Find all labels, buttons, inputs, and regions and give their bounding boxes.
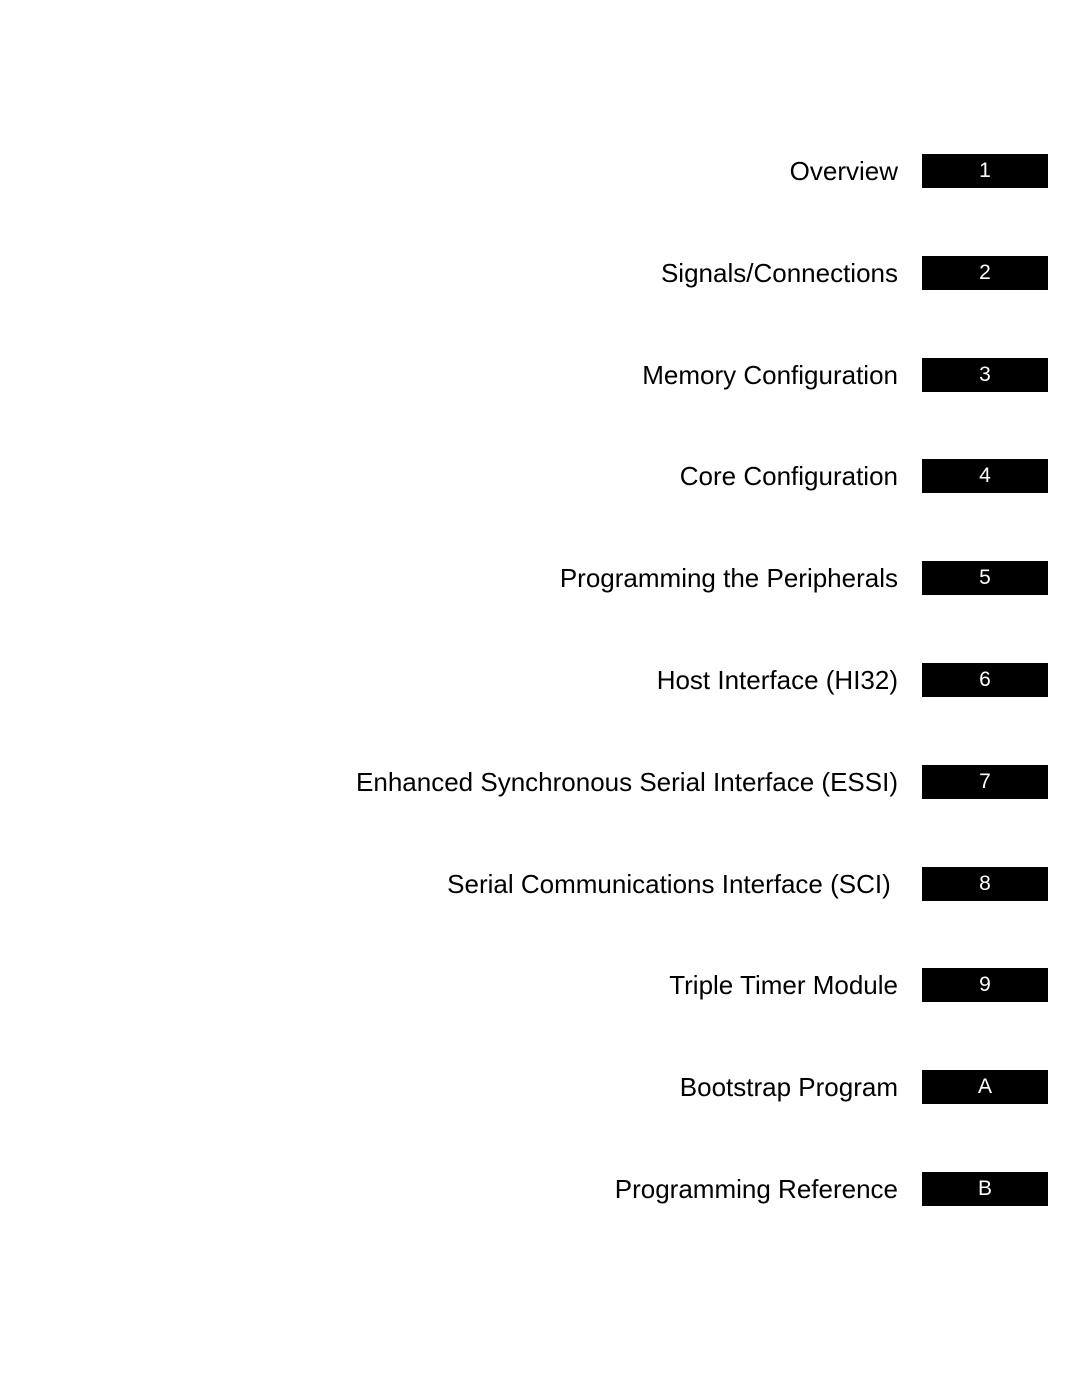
chapter-label[interactable]: Overview bbox=[790, 154, 898, 188]
chapter-label[interactable]: Core Configuration bbox=[680, 459, 898, 493]
chapter-tab-bootstrap-program[interactable]: Bootstrap Program A bbox=[0, 1070, 1080, 1172]
chapter-tab-host-interface[interactable]: Host Interface (HI32) 6 bbox=[0, 662, 1080, 765]
chapter-marker[interactable]: B bbox=[922, 1171, 1048, 1206]
chapter-label[interactable]: Bootstrap Program bbox=[680, 1070, 898, 1104]
chapter-label[interactable]: Enhanced Synchronous Serial Interface (E… bbox=[356, 765, 898, 799]
chapter-tab-programming-peripherals[interactable]: Programming the Peripherals 5 bbox=[0, 561, 1080, 663]
chapter-marker[interactable]: 9 bbox=[922, 968, 1048, 1003]
chapter-tab-triple-timer[interactable]: Triple Timer Module 9 bbox=[0, 968, 1080, 1070]
chapter-marker[interactable]: 3 bbox=[922, 357, 1048, 392]
chapter-marker[interactable]: 7 bbox=[922, 764, 1048, 799]
chapter-label[interactable]: Memory Configuration bbox=[642, 358, 898, 392]
chapter-tab-signals-connections[interactable]: Signals/Connections 2 bbox=[0, 255, 1080, 358]
chapter-tab-sci[interactable]: Serial Communications Interface (SCI) 8 bbox=[0, 866, 1080, 969]
chapter-marker[interactable]: 4 bbox=[922, 459, 1048, 494]
chapter-label[interactable]: Programming the Peripherals bbox=[560, 561, 898, 595]
chapter-tab-programming-reference[interactable]: Programming Reference B bbox=[0, 1171, 1080, 1274]
chapter-marker[interactable]: 1 bbox=[922, 154, 1048, 188]
chapter-label[interactable]: Serial Communications Interface (SCI) bbox=[447, 867, 898, 901]
chapter-label[interactable]: Triple Timer Module bbox=[669, 968, 898, 1002]
chapter-marker[interactable]: A bbox=[922, 1070, 1048, 1105]
chapter-tab-memory-configuration[interactable]: Memory Configuration 3 bbox=[0, 357, 1080, 460]
chapter-label[interactable]: Programming Reference bbox=[615, 1172, 898, 1206]
chapter-tab-index: Overview 1 Signals/Connections 2 Memory … bbox=[0, 154, 1080, 1274]
chapter-marker[interactable]: 2 bbox=[922, 255, 1048, 290]
chapter-tab-overview[interactable]: Overview 1 bbox=[0, 154, 1080, 256]
chapter-label[interactable]: Signals/Connections bbox=[661, 256, 898, 290]
chapter-marker[interactable]: 5 bbox=[922, 561, 1048, 596]
chapter-marker[interactable]: 6 bbox=[922, 662, 1048, 697]
chapter-marker[interactable]: 8 bbox=[922, 866, 1048, 901]
chapter-label[interactable]: Host Interface (HI32) bbox=[657, 663, 898, 697]
chapter-tab-essi[interactable]: Enhanced Synchronous Serial Interface (E… bbox=[0, 764, 1080, 867]
chapter-tab-core-configuration[interactable]: Core Configuration 4 bbox=[0, 459, 1080, 561]
